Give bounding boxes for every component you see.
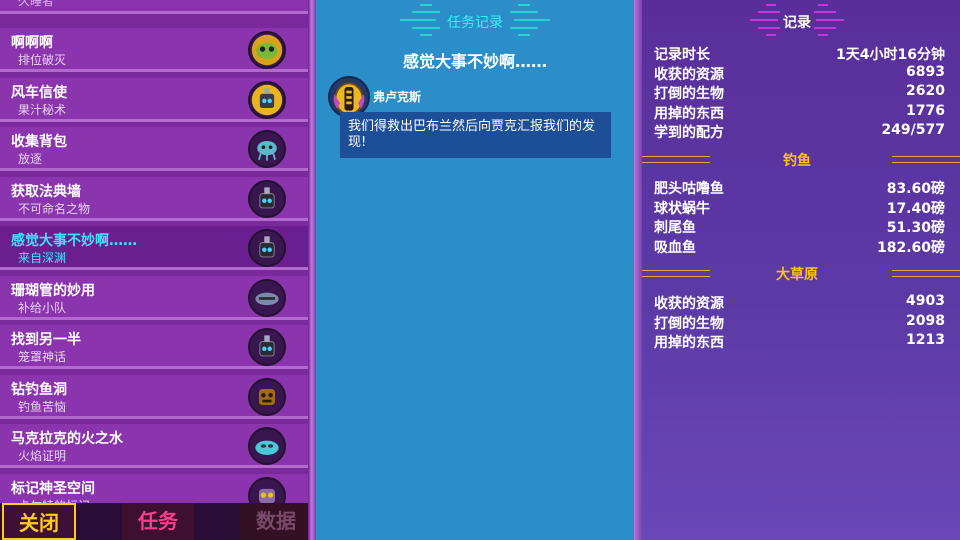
record-label: 吸血鱼 (654, 239, 696, 256)
record-row: 打倒的生物 2620 (654, 83, 945, 103)
section-header: 大草原 (776, 267, 818, 283)
bottom-tab-bar: 关闭 任务 数据 (0, 503, 316, 540)
record-row: 收获的资源 6893 (654, 64, 945, 84)
close-button[interactable]: 关闭 (2, 503, 76, 540)
record-value: 51.30磅 (886, 220, 945, 237)
record-value: 17.40磅 (886, 200, 945, 217)
record-label: 用掉的东西 (654, 105, 724, 122)
record-value: 83.60磅 (886, 181, 945, 197)
record-row: 学到的配方 249/577 (654, 122, 945, 142)
records-panel: 记录 记录时长 1天4小时16分钟收获的资源 6893 打倒的生物 2620 用掉的东西 1… (634, 0, 960, 540)
record-row: 收获的资源 4903 (654, 293, 945, 313)
quest-item-title: 获取法典墙 (11, 183, 81, 200)
record-value: 1776 (906, 102, 945, 119)
record-label: 肥头咕噜鱼 (654, 181, 724, 197)
quest-item[interactable]: 啊啊啊排位破灭 (0, 28, 308, 72)
quest-item-subtitle: 钓鱼苦恼 (18, 399, 67, 414)
quest-item-subtitle: 火焰证明 (18, 449, 67, 463)
record-row: 肥头咕噜鱼 83.60磅 (654, 178, 945, 198)
record-row: 用掉的东西 1213 (654, 332, 945, 352)
quest-item-title: 感觉大事不妙啊…… (11, 233, 137, 249)
quest-item-subtitle: 排位破灭 (18, 53, 67, 67)
quest-item[interactable]: 风车信使 果汁秘术 (0, 77, 308, 122)
quest-item[interactable]: 珊瑚管的妙用 补给小队 (0, 275, 308, 320)
quest-item-title: 风车信使 (11, 84, 67, 101)
quest-item[interactable]: 感觉大事不妙啊…… 来自深渊 (0, 226, 308, 270)
robot-head-icon (248, 229, 286, 267)
record-row: 球状蜗牛 17.40磅 (654, 198, 945, 218)
quest-item[interactable]: 收集背包放逐 (0, 127, 308, 171)
quest-item-title: 标记神圣空间 (11, 480, 95, 497)
record-label: 打倒的生物 (654, 315, 724, 332)
quest-item-title: 找到另一半 (11, 332, 81, 348)
quest-item-partial[interactable]: 久睡者 (0, 0, 308, 14)
record-value: 2620 (906, 83, 945, 100)
quest-item-subtitle: 不可命名之物 (18, 201, 91, 216)
dialog-box: 我们得救出巴布兰然后向贾克汇报我们的发现! (340, 112, 611, 158)
record-label: 收获的资源 (654, 66, 724, 83)
quest-item-partial-title: 久睡者 (18, 0, 55, 8)
robot-head-icon (248, 179, 286, 218)
quest-item[interactable]: 马克拉克的火之水火焰证明 (0, 424, 308, 468)
section-header: 钓鱼 (783, 153, 811, 169)
record-label: 用掉的东西 (654, 335, 724, 352)
robot-yellow-icon (248, 80, 286, 119)
quest-item-subtitle: 笼罩神话 (18, 350, 67, 364)
quest-item-subtitle: 放逐 (18, 152, 43, 166)
quest-title: 感觉大事不妙啊…… (402, 52, 547, 71)
record-label: 刺尾鱼 (654, 220, 696, 237)
quest-item[interactable]: 获取法典墙 不可命名之物 (0, 176, 308, 221)
dialog-text: 我们得救出巴布兰然后向贾克汇报我们的发现! (348, 119, 596, 150)
quest-list-panel[interactable]: 久睡者 啊啊啊 排位破灭 风车信使 果汁秘术 收集背包 放逐 获取法典墙 不可命名之物 感觉大事… (0, 0, 316, 540)
quest-item-title: 啊啊啊 (11, 35, 53, 51)
quest-item-subtitle: 来自深渊 (18, 251, 67, 265)
record-row: 打倒的生物 2098 (654, 313, 945, 333)
record-row: 刺尾鱼 51.30磅 (654, 217, 945, 237)
record-label: 收获的资源 (654, 296, 724, 312)
quest-item-title: 钻钓鱼洞 (11, 381, 67, 398)
quest-item[interactable]: 找到另一半笼罩神话 (0, 325, 308, 369)
quest-item[interactable]: 钻钓鱼洞 钓鱼苦恼 (0, 374, 308, 419)
record-value: 1天4小时16分钟 (836, 47, 945, 63)
robot-head-icon (248, 328, 286, 366)
record-value: 6893 (906, 63, 945, 80)
alien-squid-icon (248, 130, 286, 168)
tab-data[interactable]: 数据 (240, 503, 312, 540)
cyan-blob-icon (248, 427, 286, 465)
quest-log-title: 任务记录 (447, 15, 503, 31)
record-row: 吸血鱼 182.60磅 (654, 237, 945, 257)
bird-creature-icon (248, 278, 286, 317)
quest-item-title: 收集背包 (11, 134, 67, 150)
quest-item-subtitle: 果汁秘术 (18, 102, 67, 117)
quest-item-title: 珊瑚管的妙用 (11, 282, 95, 299)
record-label: 球状蜗牛 (654, 200, 710, 217)
npc-name: 弗卢克斯 (373, 90, 422, 104)
record-value: 249/577 (881, 122, 945, 139)
quest-item-title: 马克拉克的火之水 (11, 431, 123, 447)
record-label: 学到的配方 (654, 125, 724, 142)
records-title: 记录 (783, 15, 811, 31)
record-value: 2098 (906, 312, 945, 329)
alien-blob-icon (248, 31, 286, 69)
record-label: 打倒的生物 (654, 86, 724, 103)
tiki-mask-icon (248, 377, 286, 416)
record-value: 4903 (906, 293, 945, 309)
record-value: 1213 (906, 332, 945, 349)
record-label: 记录时长 (654, 47, 710, 63)
tab-quests[interactable]: 任务 (122, 503, 194, 540)
record-row: 用掉的东西 1776 (654, 103, 945, 123)
record-row: 记录时长 1天4小时16分钟 (654, 44, 945, 64)
quest-log-panel: 任务记录 感觉大事不妙啊…… 弗卢克斯 我们得救出巴布兰然后向贾克汇报我们的发现… (316, 0, 634, 540)
record-value: 182.60磅 (876, 239, 945, 256)
quest-item-subtitle: 补给小队 (18, 300, 67, 315)
